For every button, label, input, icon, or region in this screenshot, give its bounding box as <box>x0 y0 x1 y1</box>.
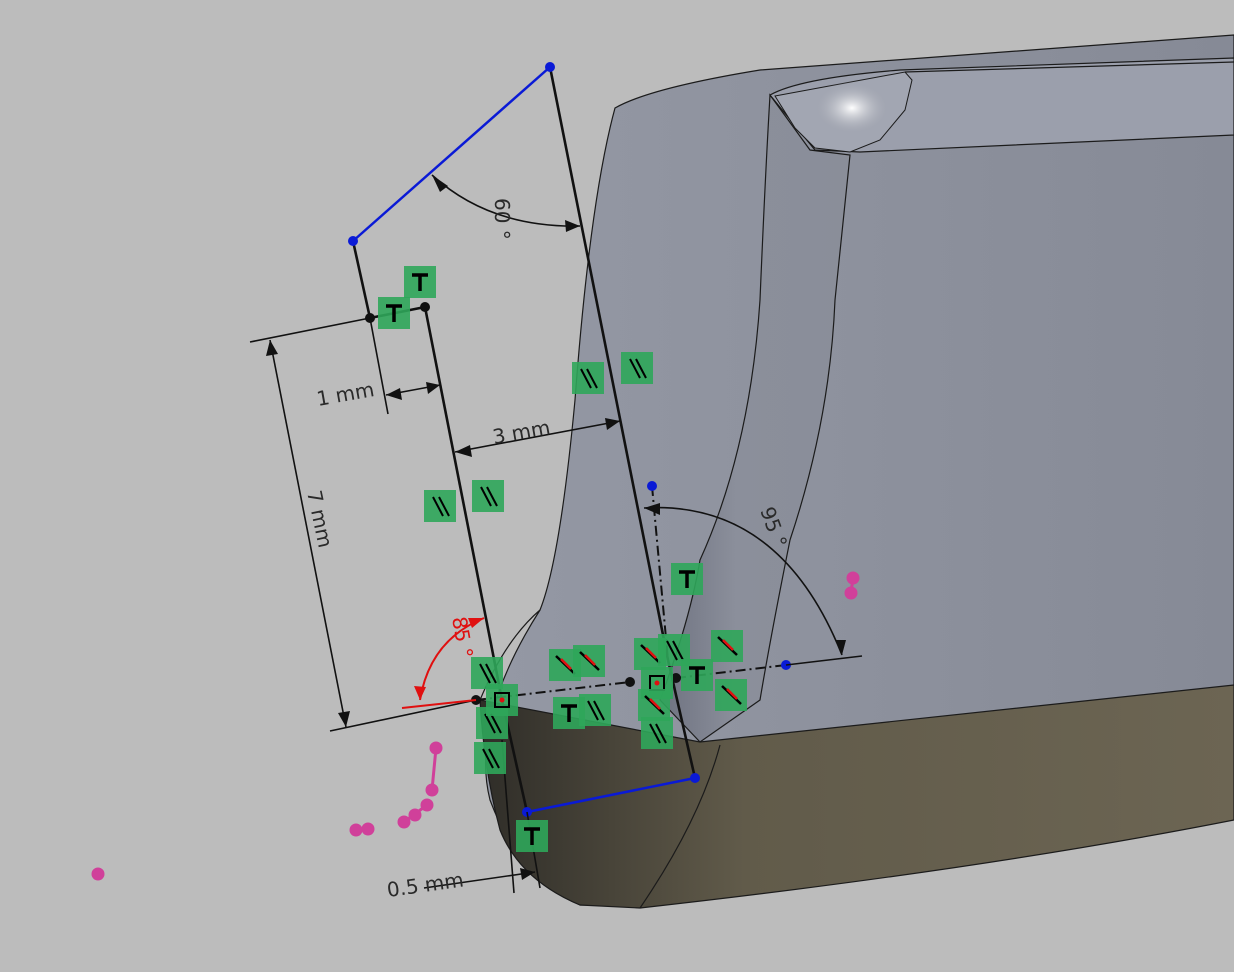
perpendicular-constraint-icon[interactable] <box>404 266 436 298</box>
dimension-05mm-label[interactable]: 0.5 mm <box>385 867 465 902</box>
dimension-3mm-label[interactable]: 3 mm <box>491 415 552 449</box>
construction-line-top[interactable] <box>352 66 551 242</box>
sketch-point[interactable] <box>545 62 555 72</box>
viewport-canvas[interactable]: 60 ° 95 ° 85 ° 1 mm 3 mm 7 mm 0.5 mm <box>0 0 1234 967</box>
parallel-constraint-icon[interactable] <box>474 742 506 774</box>
sketch-point[interactable] <box>348 236 358 246</box>
tangent-constraint-icon[interactable] <box>638 689 670 721</box>
sketch-point[interactable] <box>647 481 657 491</box>
perpendicular-constraint-icon[interactable] <box>378 297 410 329</box>
perpendicular-constraint-icon[interactable] <box>671 563 703 595</box>
cad-viewport[interactable]: 60 ° 95 ° 85 ° 1 mm 3 mm 7 mm 0.5 mm <box>0 0 1234 967</box>
dimension-1mm-label[interactable]: 1 mm <box>315 377 376 411</box>
parallel-constraint-icon[interactable] <box>621 352 653 384</box>
parallel-constraint-icon[interactable] <box>472 480 504 512</box>
tangent-constraint-icon[interactable] <box>573 645 605 677</box>
sketch-point[interactable] <box>420 302 430 312</box>
dimension-angle-60-label[interactable]: 60 ° <box>490 198 514 240</box>
perpendicular-constraint-icon[interactable] <box>516 820 548 852</box>
dimension-7mm-label[interactable]: 7 mm <box>302 488 338 550</box>
tangent-constraint-icon[interactable] <box>711 630 743 662</box>
sketch-point[interactable] <box>625 677 635 687</box>
part-body[interactable] <box>479 34 1234 909</box>
coincident-constraint-icon[interactable] <box>486 684 518 716</box>
parallel-constraint-icon[interactable] <box>424 490 456 522</box>
parallel-constraint-icon[interactable] <box>641 717 673 749</box>
sketch-line-left-top[interactable] <box>351 240 372 319</box>
parallel-constraint-icon[interactable] <box>579 694 611 726</box>
perpendicular-constraint-icon[interactable] <box>681 659 713 691</box>
tangent-constraint-icon[interactable] <box>715 679 747 711</box>
sketch-point[interactable] <box>690 773 700 783</box>
parallel-constraint-icon[interactable] <box>572 362 604 394</box>
part-highlight <box>812 80 892 136</box>
